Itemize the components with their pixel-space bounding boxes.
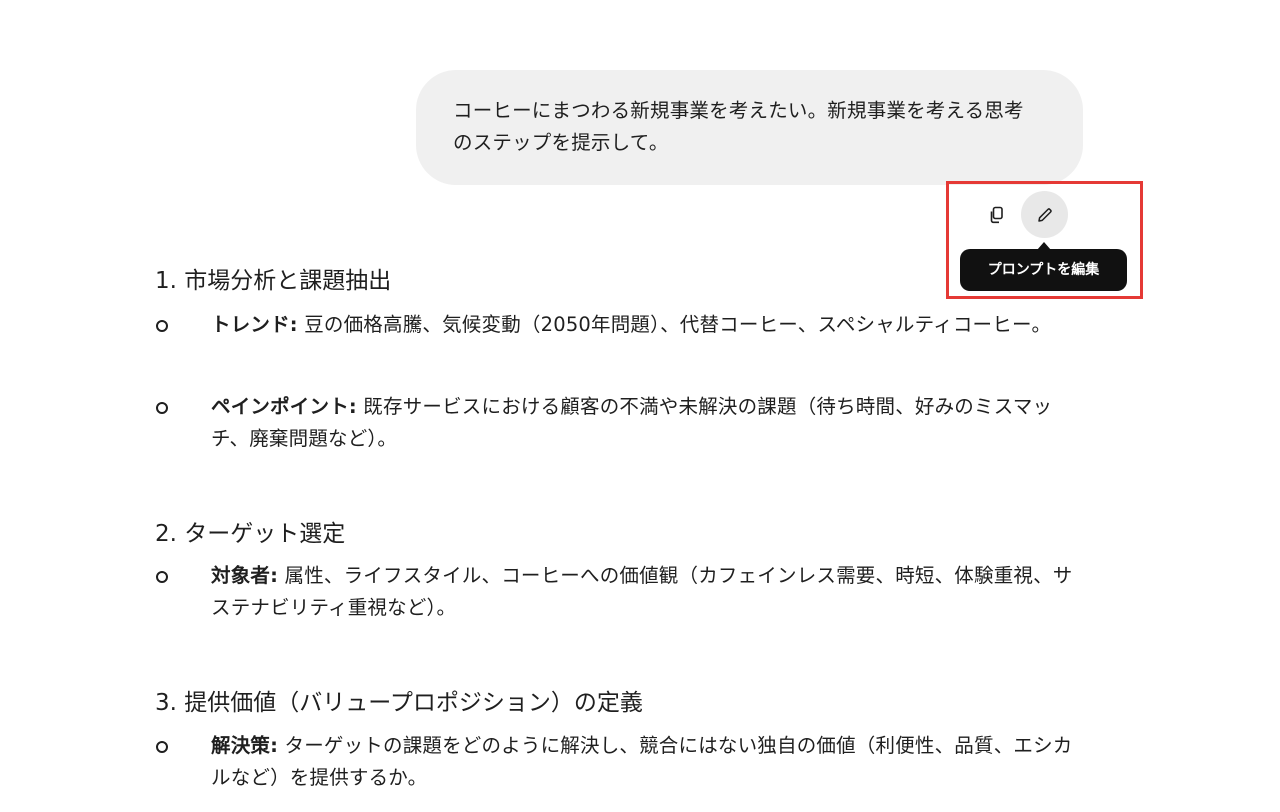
bullet-icon <box>156 741 168 753</box>
list-item: 解決策: ターゲットの課題をどのように解決し、競合にはない独自の価値（利便性、品… <box>211 730 1081 794</box>
user-message-bubble: コーヒーにまつわる新規事業を考えたい。新規事業を考える思考のステップを提示して。 <box>416 70 1083 185</box>
item-text: 属性、ライフスタイル、コーヒーへの価値観（カフェインレス需要、時短、体験重視、サ… <box>211 564 1073 619</box>
section-title: 3. 提供価値（バリュープロポジション）の定義 <box>155 690 643 716</box>
item-label: 解決策: <box>211 734 279 757</box>
section-title: 1. 市場分析と課題抽出 <box>155 268 392 294</box>
chat-page: コーヒーにまつわる新規事業を考えたい。新規事業を考える思考のステップを提示して。… <box>0 0 1280 812</box>
item-label: トレンド: <box>211 313 298 336</box>
item-label: ペインポイント: <box>211 395 357 418</box>
edit-prompt-tooltip: プロンプトを編集 <box>960 242 1127 291</box>
list-item: トレンド: 豆の価格高騰、気候変動（2050年問題）、代替コーヒー、スペシャルテ… <box>211 309 1081 341</box>
copy-icon <box>990 206 1003 224</box>
section-title: 2. ターゲット選定 <box>155 521 346 547</box>
bullet-icon <box>156 571 168 583</box>
bullet-icon <box>156 320 168 332</box>
pencil-icon <box>1037 207 1052 222</box>
item-text: ターゲットの課題をどのように解決し、競合にはない独自の価値（利便性、品質、エシカ… <box>211 734 1073 789</box>
item-text: 豆の価格高騰、気候変動（2050年問題）、代替コーヒー、スペシャルティコーヒー。 <box>297 313 1052 336</box>
edit-prompt-button[interactable] <box>1021 191 1068 238</box>
user-message-text: コーヒーにまつわる新規事業を考えたい。新規事業を考える思考のステップを提示して。 <box>453 99 1024 154</box>
copy-prompt-button[interactable] <box>975 193 1019 237</box>
bullet-icon <box>156 402 168 414</box>
item-label: 対象者: <box>211 564 279 587</box>
list-item: 対象者: 属性、ライフスタイル、コーヒーへの価値観（カフェインレス需要、時短、体… <box>211 560 1081 624</box>
list-item: ペインポイント: 既存サービスにおける顧客の不満や未解決の課題（待ち時間、好みの… <box>211 391 1081 455</box>
